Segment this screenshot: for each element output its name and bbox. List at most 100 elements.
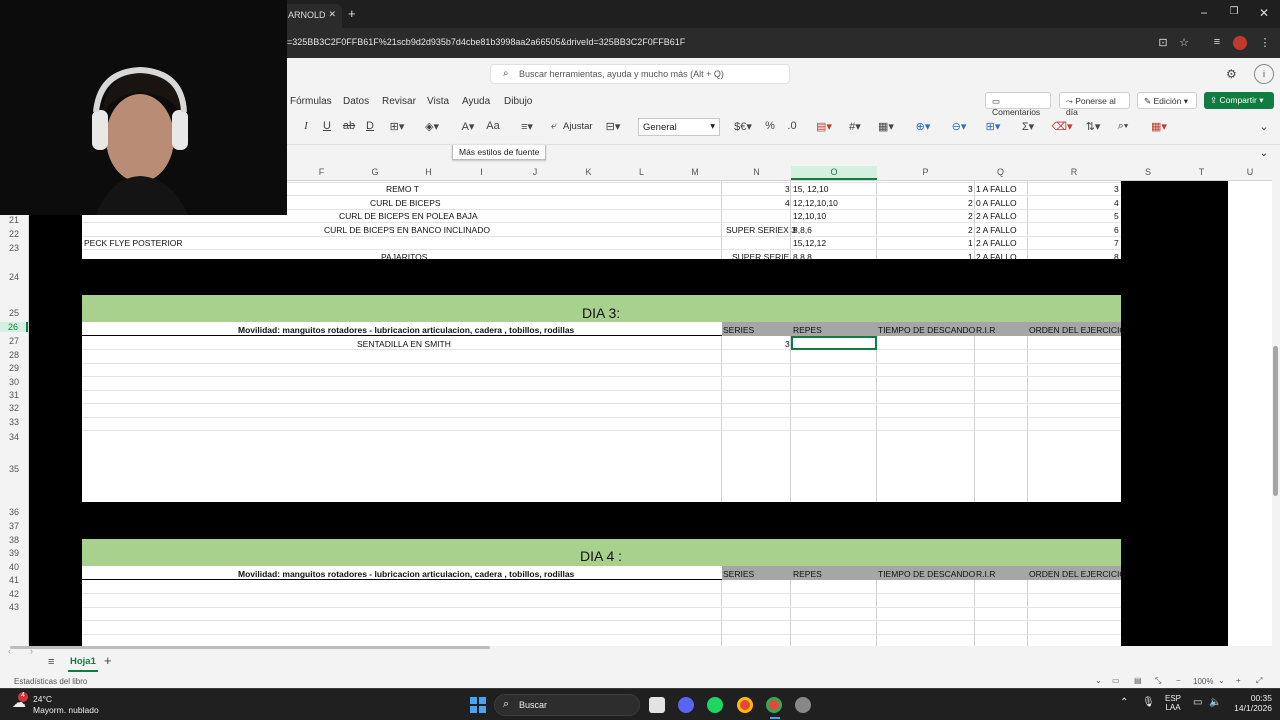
page-break-icon[interactable]: ⤡ <box>1155 676 1161 686</box>
tab-close-icon[interactable]: ✕ <box>328 9 336 20</box>
exercise-rest[interactable]: 3 <box>968 184 973 194</box>
exercise-name[interactable]: REMO T <box>386 184 419 194</box>
row-number[interactable]: 28 <box>0 350 28 360</box>
sheet-grid[interactable]: REMO T 3 15, 12,10 3 1 A FALLO 3 CURL DE… <box>0 181 1272 646</box>
row-number[interactable]: 36 <box>0 507 28 517</box>
italic-icon[interactable]: I <box>300 120 312 134</box>
row-number[interactable]: 43 <box>0 602 28 612</box>
column-header-selected[interactable]: O <box>791 166 877 180</box>
row-number[interactable]: 21 <box>0 215 28 225</box>
format-cells-icon[interactable]: ⊞▾ <box>978 120 1008 134</box>
reading-list-icon[interactable]: ≡ <box>1210 36 1224 50</box>
menu-ayuda[interactable]: Ayuda <box>462 96 490 107</box>
exercise-rir[interactable]: 1 A FALLO <box>976 184 1017 194</box>
zoom-level[interactable]: 100% <box>1193 677 1213 686</box>
row-number[interactable]: 42 <box>0 589 28 599</box>
exercise-name[interactable]: CURL DE BICEPS <box>370 198 441 208</box>
exercise-rest[interactable]: 2 <box>968 198 973 208</box>
exercise-rir[interactable]: 2 A FALLO <box>976 225 1017 235</box>
url-text[interactable]: =325BB3C2F0FFB61F%21scb9d2d935b7d4cbe81b… <box>287 37 685 47</box>
wrap-text-label[interactable]: Ajustar <box>563 121 593 132</box>
merge-icon[interactable]: ⊟▾ <box>600 120 626 134</box>
autosum-icon[interactable]: Σ▾ <box>1015 120 1041 134</box>
exercise-order[interactable]: 6 <box>1114 225 1119 235</box>
sheet-tab-hoja1[interactable]: Hoja1 <box>68 654 98 672</box>
language-indicator[interactable]: ESP LAA <box>1165 694 1181 712</box>
spotify-icon[interactable] <box>707 697 723 713</box>
horizontal-scrollbar[interactable] <box>10 646 490 649</box>
settings-gear-icon[interactable]: ⚙ <box>1226 67 1237 81</box>
taskbar-search-box[interactable]: ⌕ Buscar <box>494 694 640 716</box>
chrome-active-icon[interactable] <box>766 697 782 713</box>
day4-table[interactable] <box>82 580 1121 646</box>
workbook-stats[interactable]: Estadísticas del libro <box>14 677 87 686</box>
exercise-order[interactable]: 5 <box>1114 211 1119 221</box>
account-icon[interactable]: i <box>1254 64 1274 84</box>
more-font-styles-icon[interactable]: Aa <box>485 120 501 134</box>
strikethrough-icon[interactable]: ab <box>342 120 356 134</box>
chevron-up-icon[interactable]: ⌃ <box>1120 697 1128 708</box>
row-number[interactable]: 38 <box>0 535 28 545</box>
zoom-out-icon[interactable]: − <box>1176 676 1181 685</box>
row-number[interactable]: 40 <box>0 562 28 572</box>
browser-tab[interactable]: ARNOLD ✕ <box>280 4 342 28</box>
column-header[interactable]: H <box>402 167 455 177</box>
row-number[interactable]: 24 <box>0 272 28 282</box>
exercise-rir[interactable]: 0 A FALLO <box>976 198 1017 208</box>
exercise-note[interactable]: SUPER SERIE <box>732 252 789 262</box>
monitor-icon[interactable]: ▭ <box>1193 697 1202 708</box>
exercise-reps[interactable]: 8,8,8 <box>793 252 812 262</box>
profile-avatar-icon[interactable] <box>1233 36 1247 50</box>
column-header[interactable]: K <box>562 167 615 177</box>
fit-icon[interactable]: ⤢ <box>1256 676 1262 686</box>
scrollbar-thumb[interactable] <box>1273 346 1278 496</box>
empty-columns-area[interactable] <box>1228 181 1272 646</box>
column-header[interactable]: F <box>295 167 348 177</box>
comments-button[interactable]: ▭ Comentarios <box>985 92 1051 117</box>
day4-title[interactable]: DIA 4 : <box>580 548 622 564</box>
row-number[interactable]: 41 <box>0 575 28 585</box>
column-header[interactable]: L <box>615 167 668 177</box>
number-format-select[interactable]: General ▾ <box>638 118 720 136</box>
exercise-note[interactable]: SUPER SERIEX 3 <box>726 225 796 235</box>
align-icon[interactable]: ≡▾ <box>515 120 539 134</box>
menu-vista[interactable]: Vista <box>427 96 449 107</box>
minimize-icon[interactable]: − <box>1194 6 1214 20</box>
row-number[interactable]: 30 <box>0 377 28 387</box>
row-number[interactable]: 39 <box>0 548 28 558</box>
share-button[interactable]: ⇪ Compartir ▾ <box>1204 92 1274 109</box>
steam-icon[interactable] <box>795 697 811 713</box>
column-header[interactable]: N <box>722 167 791 177</box>
column-header[interactable]: U <box>1228 167 1272 177</box>
exercise-rest[interactable]: 2 <box>968 211 973 221</box>
row-number[interactable]: 37 <box>0 521 28 531</box>
exercise-series[interactable]: 4 <box>785 198 790 208</box>
column-header[interactable]: P <box>877 167 974 177</box>
exercise-name[interactable]: PECK FLYE POSTERIOR <box>84 238 183 248</box>
close-window-icon[interactable]: ✕ <box>1254 6 1274 20</box>
day3-exercise-name[interactable]: SENTADILLA EN SMITH <box>357 339 451 349</box>
all-sheets-icon[interactable]: ≡ <box>48 656 54 668</box>
menu-revisar[interactable]: Revisar <box>382 96 416 107</box>
ribbon-collapse-icon[interactable]: ⌄ <box>1258 120 1270 134</box>
expand-formula-icon[interactable]: ⌄ <box>1260 148 1268 159</box>
underline-icon[interactable]: U <box>321 120 333 134</box>
double-underline-icon[interactable]: D <box>364 120 376 134</box>
exercise-reps[interactable]: 12,10,10 <box>793 211 826 221</box>
page-layout-icon[interactable]: ▤ <box>1134 676 1142 685</box>
decimal-icon[interactable]: .0 <box>785 120 799 134</box>
install-app-icon[interactable]: ⊡ <box>1156 36 1170 50</box>
conditional-format-icon[interactable]: ▤▾ <box>811 120 837 134</box>
insert-cells-icon[interactable]: ⊕▾ <box>908 120 938 134</box>
row-number[interactable]: 35 <box>0 464 28 474</box>
menu-datos[interactable]: Datos <box>343 96 369 107</box>
delete-cells-icon[interactable]: ⊖▾ <box>944 120 974 134</box>
menu-dibujo[interactable]: Dibujo <box>504 96 532 107</box>
row-number[interactable]: 23 <box>0 243 28 253</box>
exercise-name[interactable]: CURL DE BICEPS EN POLEA BAJA <box>339 211 478 221</box>
sort-filter-icon[interactable]: ⇅▾ <box>1080 120 1106 134</box>
edit-mode-button[interactable]: ✎ Edición ▾ <box>1137 92 1197 109</box>
row-number[interactable]: 33 <box>0 417 28 427</box>
row-number[interactable]: 31 <box>0 390 28 400</box>
exercise-reps[interactable]: 12,12,10,10 <box>793 198 838 208</box>
